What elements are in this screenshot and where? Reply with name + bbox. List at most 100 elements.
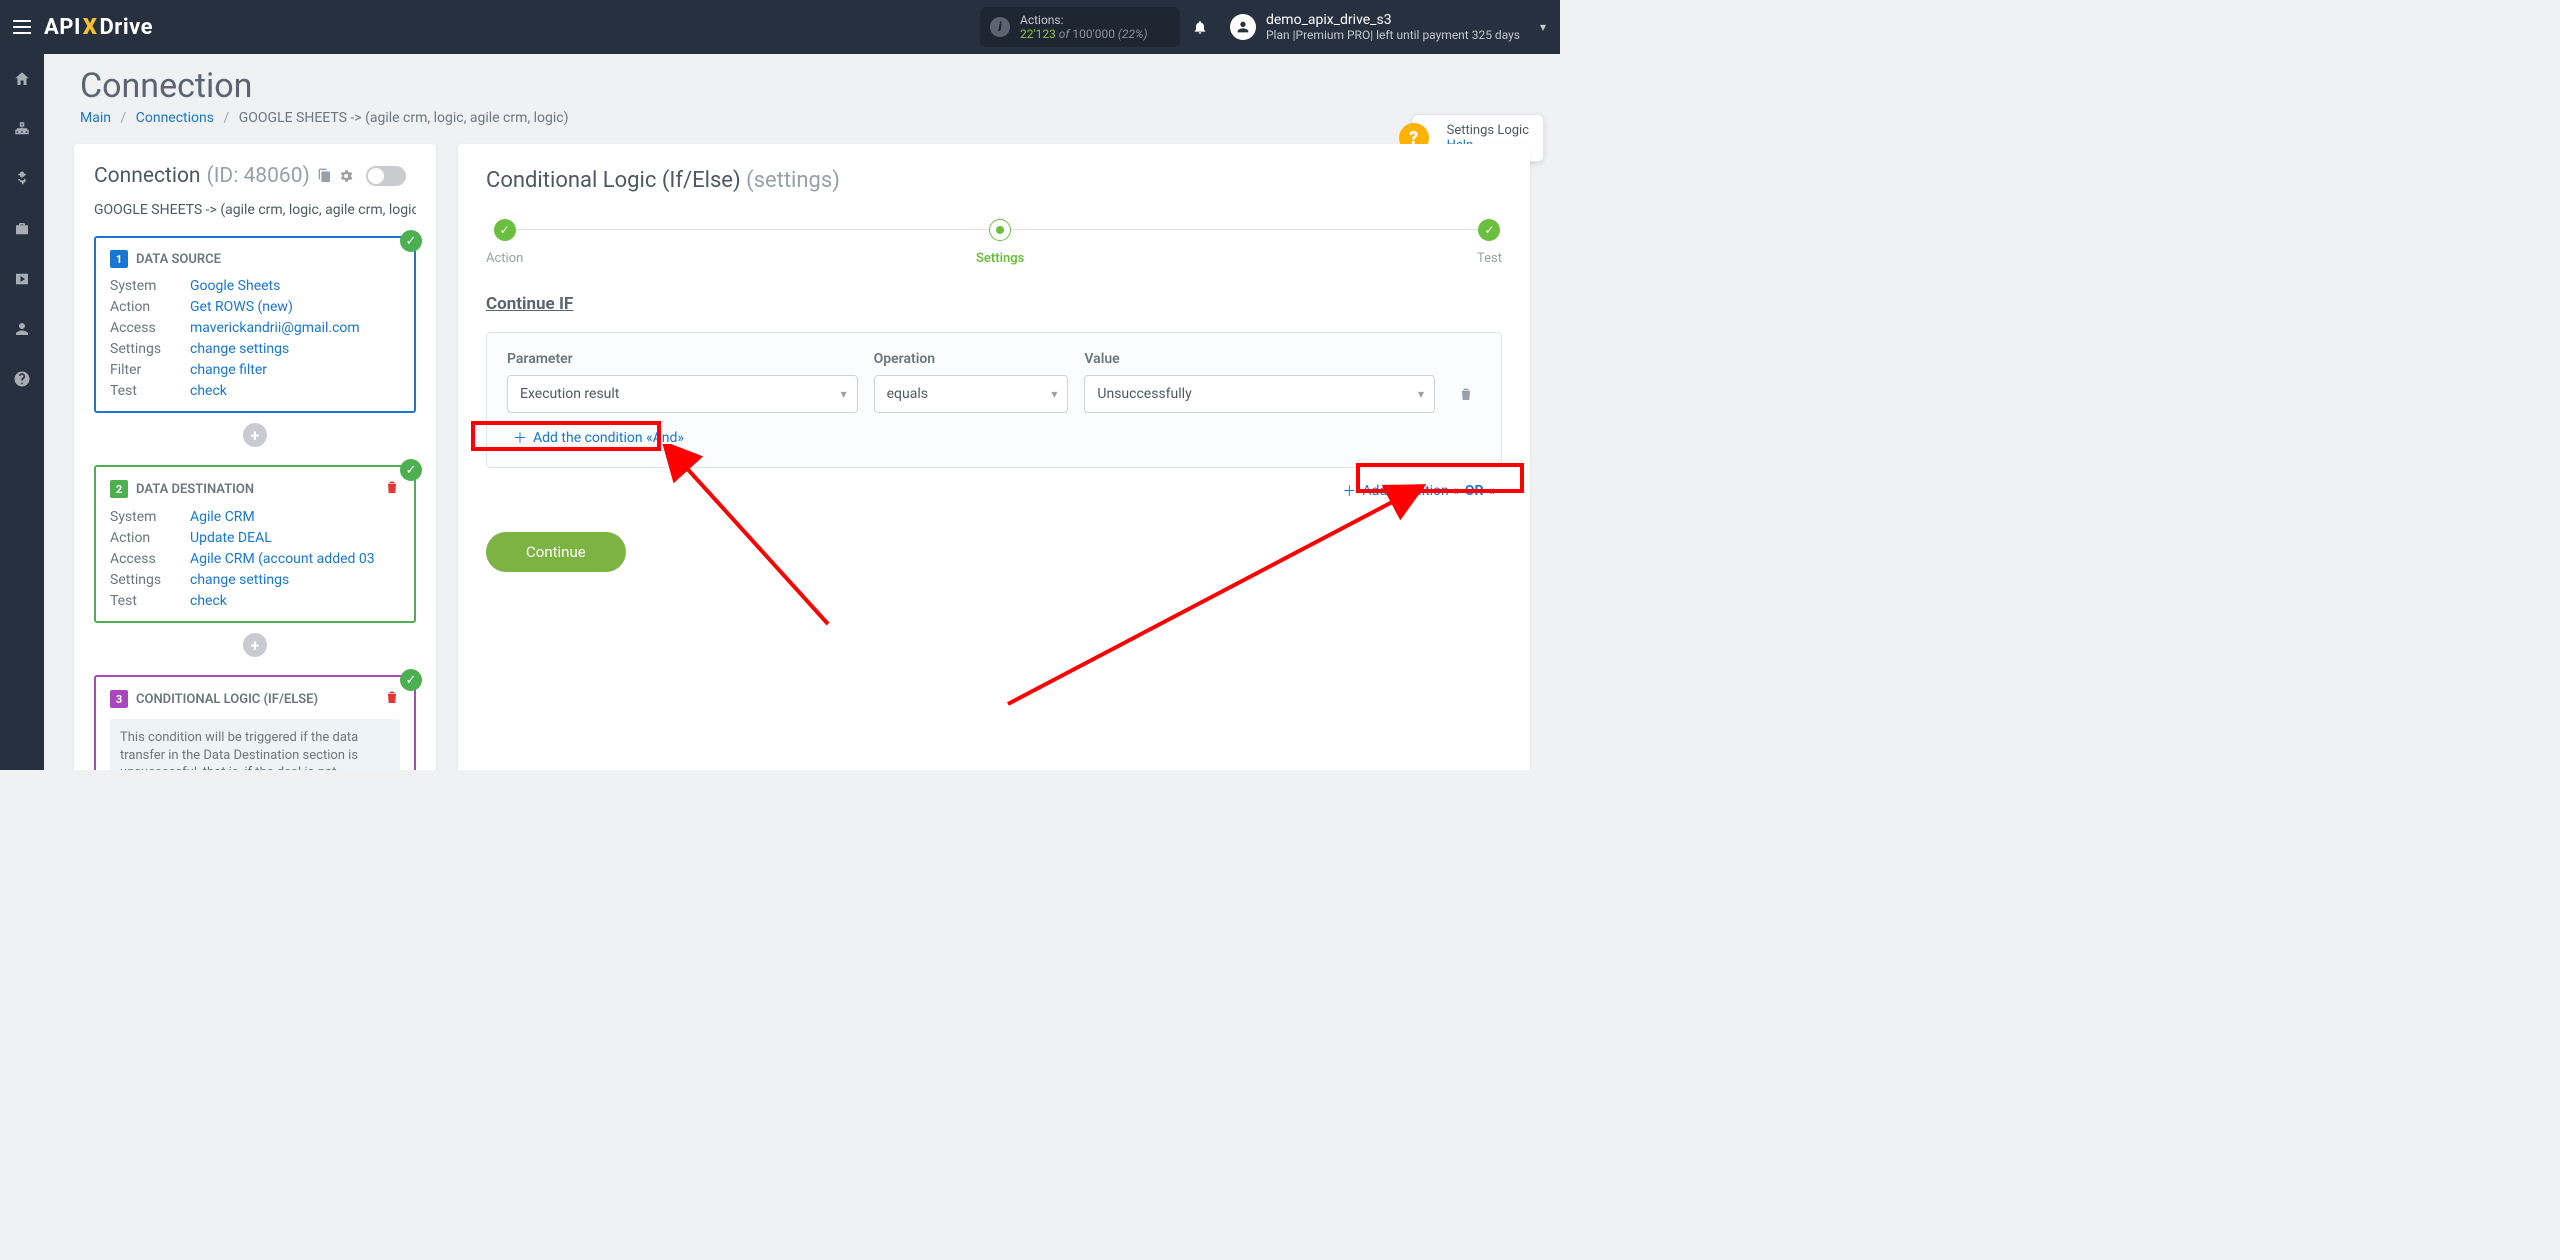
chevron-down-icon: ▾	[1051, 387, 1057, 401]
operation-select[interactable]: equals▾	[874, 375, 1069, 413]
kv-key: Test	[110, 383, 190, 399]
breadcrumb-connections[interactable]: Connections	[136, 110, 214, 126]
active-step-icon	[989, 219, 1011, 241]
breadcrumb-main[interactable]: Main	[80, 110, 111, 126]
nav-work-icon[interactable]	[0, 214, 44, 244]
step-data-source[interactable]: ✓ 1DATA SOURCE SystemGoogle SheetsAction…	[94, 236, 416, 413]
connection-panel: Connection (ID: 48060) GOOGLE SHEETS -> …	[74, 144, 436, 770]
add-and-button[interactable]: ＋Add the condition «And»	[507, 425, 690, 451]
plus-icon: ＋	[1342, 481, 1356, 501]
kv-link[interactable]: check	[190, 593, 227, 609]
actions-label: Actions:	[1020, 13, 1168, 27]
kv-link[interactable]: change filter	[190, 362, 267, 378]
menu-toggle[interactable]	[0, 0, 44, 54]
step-data-destination[interactable]: ✓ 2DATA DESTINATION SystemAgile CRMActio…	[94, 465, 416, 623]
add-or-button[interactable]: ＋Add condition «OR»	[1336, 478, 1502, 504]
kv-value: change settings	[190, 572, 400, 588]
add-step-button[interactable]: +	[243, 423, 267, 447]
gear-icon[interactable]	[338, 168, 354, 184]
kv-value: Google Sheets	[190, 278, 400, 294]
breadcrumb: Main / Connections / GOOGLE SHEETS -> (a…	[80, 110, 1524, 126]
sidebar	[0, 54, 44, 770]
check-badge-icon: ✓	[400, 459, 422, 481]
avatar-icon	[1230, 14, 1256, 40]
check-badge-icon: ✓	[400, 669, 422, 691]
kv-value: Agile CRM (account added 03	[190, 551, 400, 567]
kv-link[interactable]: check	[190, 383, 227, 399]
check-icon: ✓	[1478, 219, 1500, 241]
step3-description: This condition will be triggered if the …	[110, 719, 400, 770]
continue-button[interactable]: Continue	[486, 532, 626, 572]
notifications-icon[interactable]	[1180, 19, 1220, 35]
delete-condition-icon[interactable]	[1451, 375, 1481, 413]
help-title: Settings Logic	[1447, 123, 1529, 138]
info-icon: i	[990, 17, 1010, 37]
annotation-arrow	[658, 444, 858, 644]
kv-link[interactable]: Google Sheets	[190, 278, 280, 294]
delete-step-icon[interactable]	[384, 479, 400, 499]
kv-value: change filter	[190, 362, 400, 378]
add-step-button[interactable]: +	[243, 633, 267, 657]
kv-link[interactable]: maverickandrii@gmail.com	[190, 320, 360, 336]
connection-title: Connection (ID: 48060)	[94, 164, 416, 188]
delete-step-icon[interactable]	[384, 689, 400, 709]
kv-link[interactable]: change settings	[190, 341, 289, 357]
kv-link[interactable]: Agile CRM	[190, 509, 255, 525]
condition-block: Parameter Execution result▾ Operation eq…	[486, 332, 1502, 468]
kv-value: Agile CRM	[190, 509, 400, 525]
kv-key: Test	[110, 593, 190, 609]
kv-value: change settings	[190, 341, 400, 357]
label-parameter: Parameter	[507, 351, 858, 367]
value-select[interactable]: Unsuccessfully▾	[1084, 375, 1435, 413]
kv-value: check	[190, 593, 400, 609]
kv-link[interactable]: Agile CRM (account added 03	[190, 551, 375, 567]
connection-toggle[interactable]	[366, 166, 406, 186]
nav-connections-icon[interactable]	[0, 114, 44, 144]
nav-home-icon[interactable]	[0, 64, 44, 94]
stepper-settings[interactable]: Settings	[976, 219, 1024, 266]
kv-key: System	[110, 509, 190, 525]
chevron-down-icon: ▾	[1418, 387, 1424, 401]
kv-value: Get ROWS (new)	[190, 299, 400, 315]
connection-subtitle: GOOGLE SHEETS -> (agile crm, logic, agil…	[94, 202, 416, 218]
settings-panel: Conditional Logic (If/Else) (settings) ✓…	[458, 144, 1530, 770]
nav-help-icon[interactable]	[0, 364, 44, 394]
plan-line: Plan |Premium PRO| left until payment 32…	[1266, 28, 1520, 42]
kv-key: System	[110, 278, 190, 294]
parameter-select[interactable]: Execution result▾	[507, 375, 858, 413]
label-operation: Operation	[874, 351, 1069, 367]
topbar: APIXDrive i Actions: 22'123 of 100'000 (…	[0, 0, 1560, 54]
stepper-action[interactable]: ✓ Action	[486, 219, 523, 266]
kv-link[interactable]: change settings	[190, 572, 289, 588]
kv-key: Action	[110, 299, 190, 315]
section-continue-if: Continue IF	[486, 294, 1502, 314]
annotation-arrow	[978, 484, 1428, 724]
step-conditional-logic[interactable]: ✓ 3CONDITIONAL LOGIC (IF/ELSE) This cond…	[94, 675, 416, 770]
nav-account-icon[interactable]	[0, 314, 44, 344]
kv-key: Filter	[110, 362, 190, 378]
breadcrumb-current: GOOGLE SHEETS -> (agile crm, logic, agil…	[239, 110, 569, 126]
user-menu[interactable]: demo_apix_drive_s3 Plan |Premium PRO| le…	[1220, 12, 1560, 42]
kv-key: Access	[110, 320, 190, 336]
logo[interactable]: APIXDrive	[44, 15, 153, 40]
nav-video-icon[interactable]	[0, 264, 44, 294]
panel-title: Conditional Logic (If/Else) (settings)	[486, 168, 1502, 193]
actions-value: 22'123 of 100'000 (22%)	[1020, 27, 1168, 41]
stepper: ✓ Action Settings ✓ Test	[486, 219, 1502, 266]
copy-icon[interactable]	[316, 168, 332, 184]
kv-link[interactable]: Update DEAL	[190, 530, 272, 546]
nav-billing-icon[interactable]	[0, 164, 44, 194]
page-title: Connection	[80, 66, 1524, 106]
kv-link[interactable]: Get ROWS (new)	[190, 299, 293, 315]
stepper-test[interactable]: ✓ Test	[1477, 219, 1502, 266]
content: Connection Main / Connections / GOOGLE S…	[44, 54, 1560, 770]
actions-counter[interactable]: i Actions: 22'123 of 100'000 (22%)	[980, 7, 1180, 47]
check-badge-icon: ✓	[400, 230, 422, 252]
chevron-down-icon: ▾	[1540, 20, 1546, 34]
kv-value: maverickandrii@gmail.com	[190, 320, 400, 336]
step2-title: DATA DESTINATION	[136, 482, 254, 497]
plus-icon: ＋	[513, 428, 527, 448]
kv-value: Update DEAL	[190, 530, 400, 546]
username: demo_apix_drive_s3	[1266, 12, 1520, 28]
step1-title: DATA SOURCE	[136, 252, 221, 267]
